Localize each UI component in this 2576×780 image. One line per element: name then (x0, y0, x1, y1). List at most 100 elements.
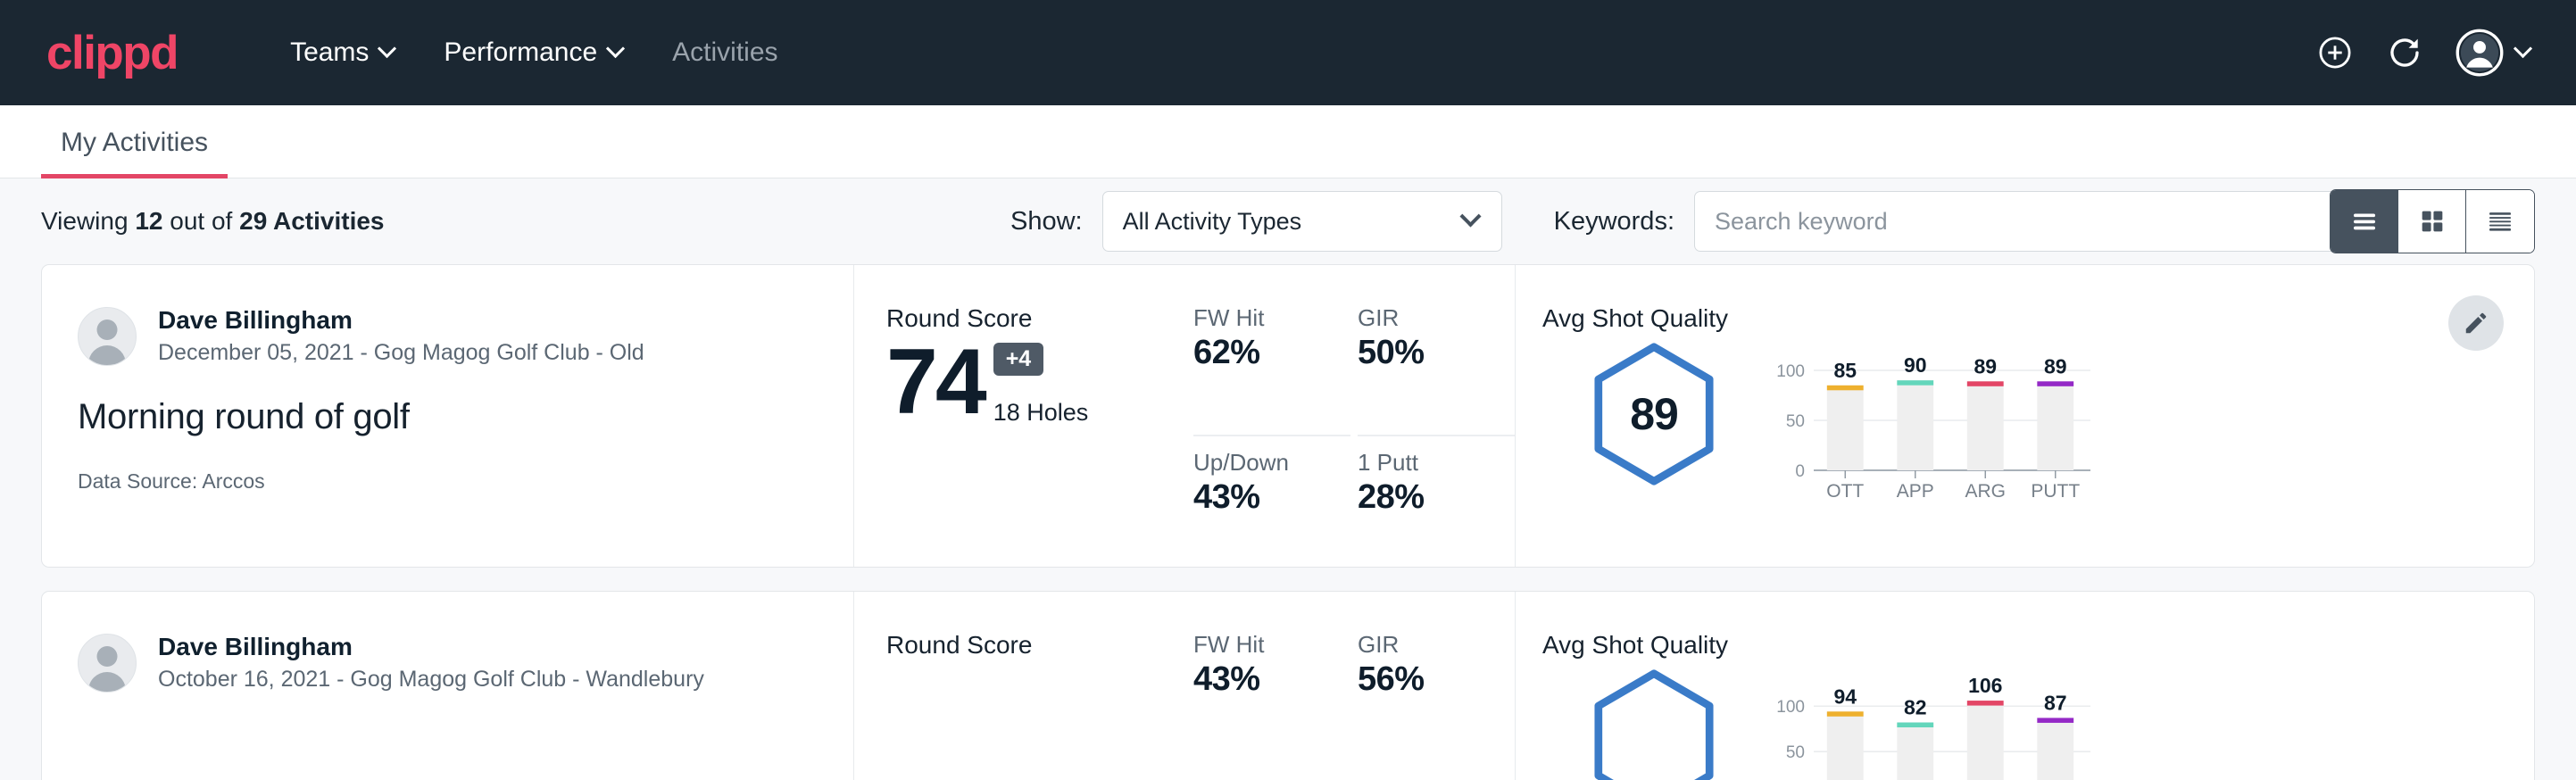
bar-chart: 10050085OTT90APP89ARG89PUTT (1766, 347, 2096, 501)
round-score-section: Round Score (854, 592, 1193, 780)
clippd-logo[interactable]: clippd (46, 29, 178, 77)
compact-list-icon (2485, 206, 2515, 236)
stat-fw-hit: FW Hit 43% (1193, 631, 1350, 780)
activity-info: Dave Billingham October 16, 2021 - Gog M… (42, 592, 854, 780)
keywords-label: Keywords: (1554, 207, 1674, 236)
stat-value: 28% (1358, 478, 1490, 517)
bar-category: PUTT (2031, 481, 2080, 501)
search-input[interactable] (1694, 191, 2344, 252)
round-score-value: 74 (886, 338, 985, 427)
stat-label: GIR (1358, 631, 1490, 659)
activity-data-source: Data Source: Arccos (78, 469, 818, 494)
bar-cap (1967, 381, 2004, 386)
filter-bar: Viewing 12 out of 29 Activities Show: Al… (0, 178, 2576, 264)
stat-label: 1 Putt (1358, 449, 1490, 477)
nav-item-performance[interactable]: Performance (419, 27, 647, 79)
svg-text:50: 50 (1786, 743, 1805, 762)
chevron-down-icon (606, 38, 625, 57)
bar-category: APP (1897, 481, 1934, 501)
shot-quality-chart: 10050094OTT82APP106ARG87PUTT (1766, 663, 2498, 780)
activity-meta: October 16, 2021 - Gog Magog Golf Club -… (158, 665, 704, 695)
bar (1827, 386, 1864, 470)
svg-text:50: 50 (1786, 412, 1805, 431)
viewing-middle: out of (170, 207, 232, 235)
quality-score-value: 89 (1589, 342, 1719, 486)
viewing-summary: Viewing 12 out of 29 Activities (41, 207, 385, 236)
bar-value: 89 (1974, 354, 1997, 378)
bar-value: 94 (1833, 685, 1857, 708)
bar-value: 85 (1833, 359, 1857, 382)
quality-score-value (1589, 668, 1719, 780)
activity-stats: FW Hit 43% GIR 56% (1193, 592, 1515, 780)
chevron-down-icon (1459, 205, 1481, 227)
activity-info: Dave Billingham December 05, 2021 - Gog … (42, 265, 854, 567)
stat-up-down: Up/Down 43% (1193, 449, 1350, 567)
filter-controls: Show: All Activity Types Keywords: (1010, 191, 2344, 252)
bar-cap (1897, 723, 1933, 728)
activity-meta: December 05, 2021 - Gog Magog Golf Club … (158, 338, 644, 369)
header-actions (2316, 29, 2530, 77)
activity-type-select-value: All Activity Types (1123, 208, 1302, 236)
refresh-button[interactable] (2386, 34, 2423, 71)
stat-value: 43% (1193, 478, 1325, 517)
bar-chart: 10050094OTT82APP106ARG87PUTT (1766, 674, 2096, 780)
bar-category: OTT (1826, 481, 1864, 501)
main-nav: Teams Performance Activities (265, 27, 802, 79)
activity-card[interactable]: Dave Billingham December 05, 2021 - Gog … (41, 264, 2535, 568)
nav-item-activities-label: Activities (672, 37, 777, 68)
app-header: clippd Teams Performance Activities (0, 0, 2576, 105)
player-name: Dave Billingham (158, 304, 644, 336)
bar (1897, 723, 1933, 780)
activity-card[interactable]: Dave Billingham October 16, 2021 - Gog M… (41, 591, 2535, 780)
bar-cap (2037, 718, 2073, 723)
bar-cap (1897, 380, 1933, 386)
view-mode-compact-button[interactable] (2466, 190, 2534, 253)
round-score-label: Round Score (886, 304, 1193, 333)
avg-shot-quality-section: Avg Shot Quality 10050094OTT82APP106ARG8… (1515, 592, 2534, 780)
tab-bar: My Activities (0, 105, 2576, 178)
chevron-down-icon (2514, 38, 2532, 57)
svg-text:0: 0 (1795, 462, 1805, 481)
bar-value: 90 (1904, 353, 1927, 377)
activity-type-select[interactable]: All Activity Types (1102, 191, 1502, 252)
avg-shot-quality-label: Avg Shot Quality (1542, 631, 2498, 660)
keyword-filter: Keywords: (1554, 191, 2344, 252)
account-menu-button[interactable] (2456, 29, 2530, 77)
stat-value: 43% (1193, 660, 1325, 699)
player-avatar (78, 634, 137, 693)
bar (1967, 381, 2004, 470)
activity-stats: FW Hit 62% GIR 50% Up/Down 43% 1 Putt 28… (1193, 265, 1515, 567)
player-avatar (78, 307, 137, 366)
activity-title: Morning round of golf (78, 397, 818, 437)
nav-item-activities[interactable]: Activities (647, 27, 802, 79)
activity-list: Dave Billingham December 05, 2021 - Gog … (0, 264, 2576, 780)
nav-item-teams[interactable]: Teams (265, 27, 419, 79)
stat-fw-hit: FW Hit 62% (1193, 304, 1350, 436)
view-mode-grid-button[interactable] (2398, 190, 2466, 253)
tab-my-activities-label: My Activities (61, 128, 208, 157)
holes-played: 18 Holes (993, 399, 1089, 427)
nav-item-performance-label: Performance (444, 37, 597, 68)
svg-text:100: 100 (1776, 698, 1805, 717)
bar-category: ARG (1965, 481, 2006, 501)
bar-cap (1827, 711, 1864, 717)
stat-gir: GIR 50% (1358, 304, 1515, 436)
view-mode-list-button[interactable] (2331, 190, 2398, 253)
stat-gir: GIR 56% (1358, 631, 1515, 780)
round-score-row: 74 +4 18 Holes (886, 338, 1193, 427)
round-score-section: Round Score 74 +4 18 Holes (854, 265, 1193, 567)
avatar (2456, 29, 2504, 77)
list-icon (2349, 206, 2380, 236)
bar (1897, 380, 1933, 470)
add-activity-button[interactable] (2316, 34, 2354, 71)
score-delta-badge: +4 (993, 343, 1044, 376)
bar-value: 82 (1904, 696, 1927, 719)
tab-my-activities[interactable]: My Activities (41, 128, 228, 178)
edit-activity-button[interactable] (2448, 295, 2504, 351)
avg-shot-quality-section: Avg Shot Quality 89 10050085OTT90APP89AR… (1515, 265, 2534, 567)
viewing-count: 12 (135, 207, 162, 235)
stat-one-putt: 1 Putt 28% (1358, 449, 1515, 567)
viewing-total: 29 Activities (239, 207, 384, 235)
bar-cap (2037, 381, 2073, 386)
viewing-prefix: Viewing (41, 207, 129, 235)
